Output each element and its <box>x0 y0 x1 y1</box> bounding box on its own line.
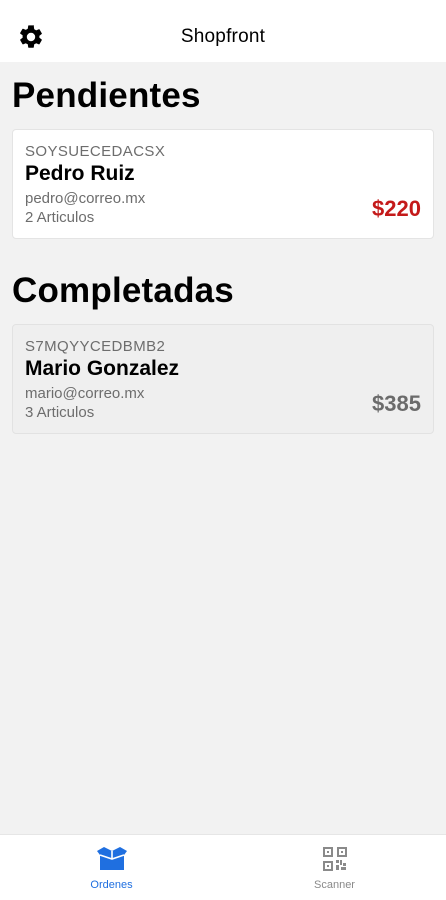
item-count: 2 Articulos <box>25 209 95 226</box>
customer-email: pedro@correo.mx <box>25 190 146 207</box>
top-bar: Shopfront <box>0 0 446 62</box>
tab-scanner[interactable]: Scanner <box>223 835 446 900</box>
tab-label-ordenes: Ordenes <box>90 879 133 891</box>
app-title: Shopfront <box>180 26 266 47</box>
order-code: SOYSUECEDACSX <box>25 143 166 160</box>
customer-name: Mario Gonzalez <box>25 357 180 380</box>
order-code: S7MQYYCEDBMB2 <box>25 338 166 355</box>
app-screen: Shopfront Pendientes SOYSUECEDACSX Pedro… <box>0 0 446 900</box>
tab-ordenes[interactable]: Ordenes <box>0 835 223 900</box>
bottom-tab-bar: Ordenes Scanner <box>0 834 446 900</box>
section-title-completed: Completadas <box>12 271 234 310</box>
order-card-pending[interactable]: SOYSUECEDACSX Pedro Ruiz pedro@correo.mx… <box>12 129 434 239</box>
qr-code-icon <box>318 845 352 873</box>
order-total: $385 <box>372 391 421 416</box>
customer-name: Pedro Ruiz <box>25 162 135 185</box>
section-title-pending: Pendientes <box>12 76 201 115</box>
order-total: $220 <box>372 196 421 221</box>
customer-email: mario@correo.mx <box>25 385 145 402</box>
order-card-completed[interactable]: S7MQYYCEDBMB2 Mario Gonzalez mario@corre… <box>12 324 434 434</box>
box-icon <box>95 845 129 873</box>
tab-label-scanner: Scanner <box>314 879 355 891</box>
item-count: 3 Articulos <box>25 404 95 421</box>
